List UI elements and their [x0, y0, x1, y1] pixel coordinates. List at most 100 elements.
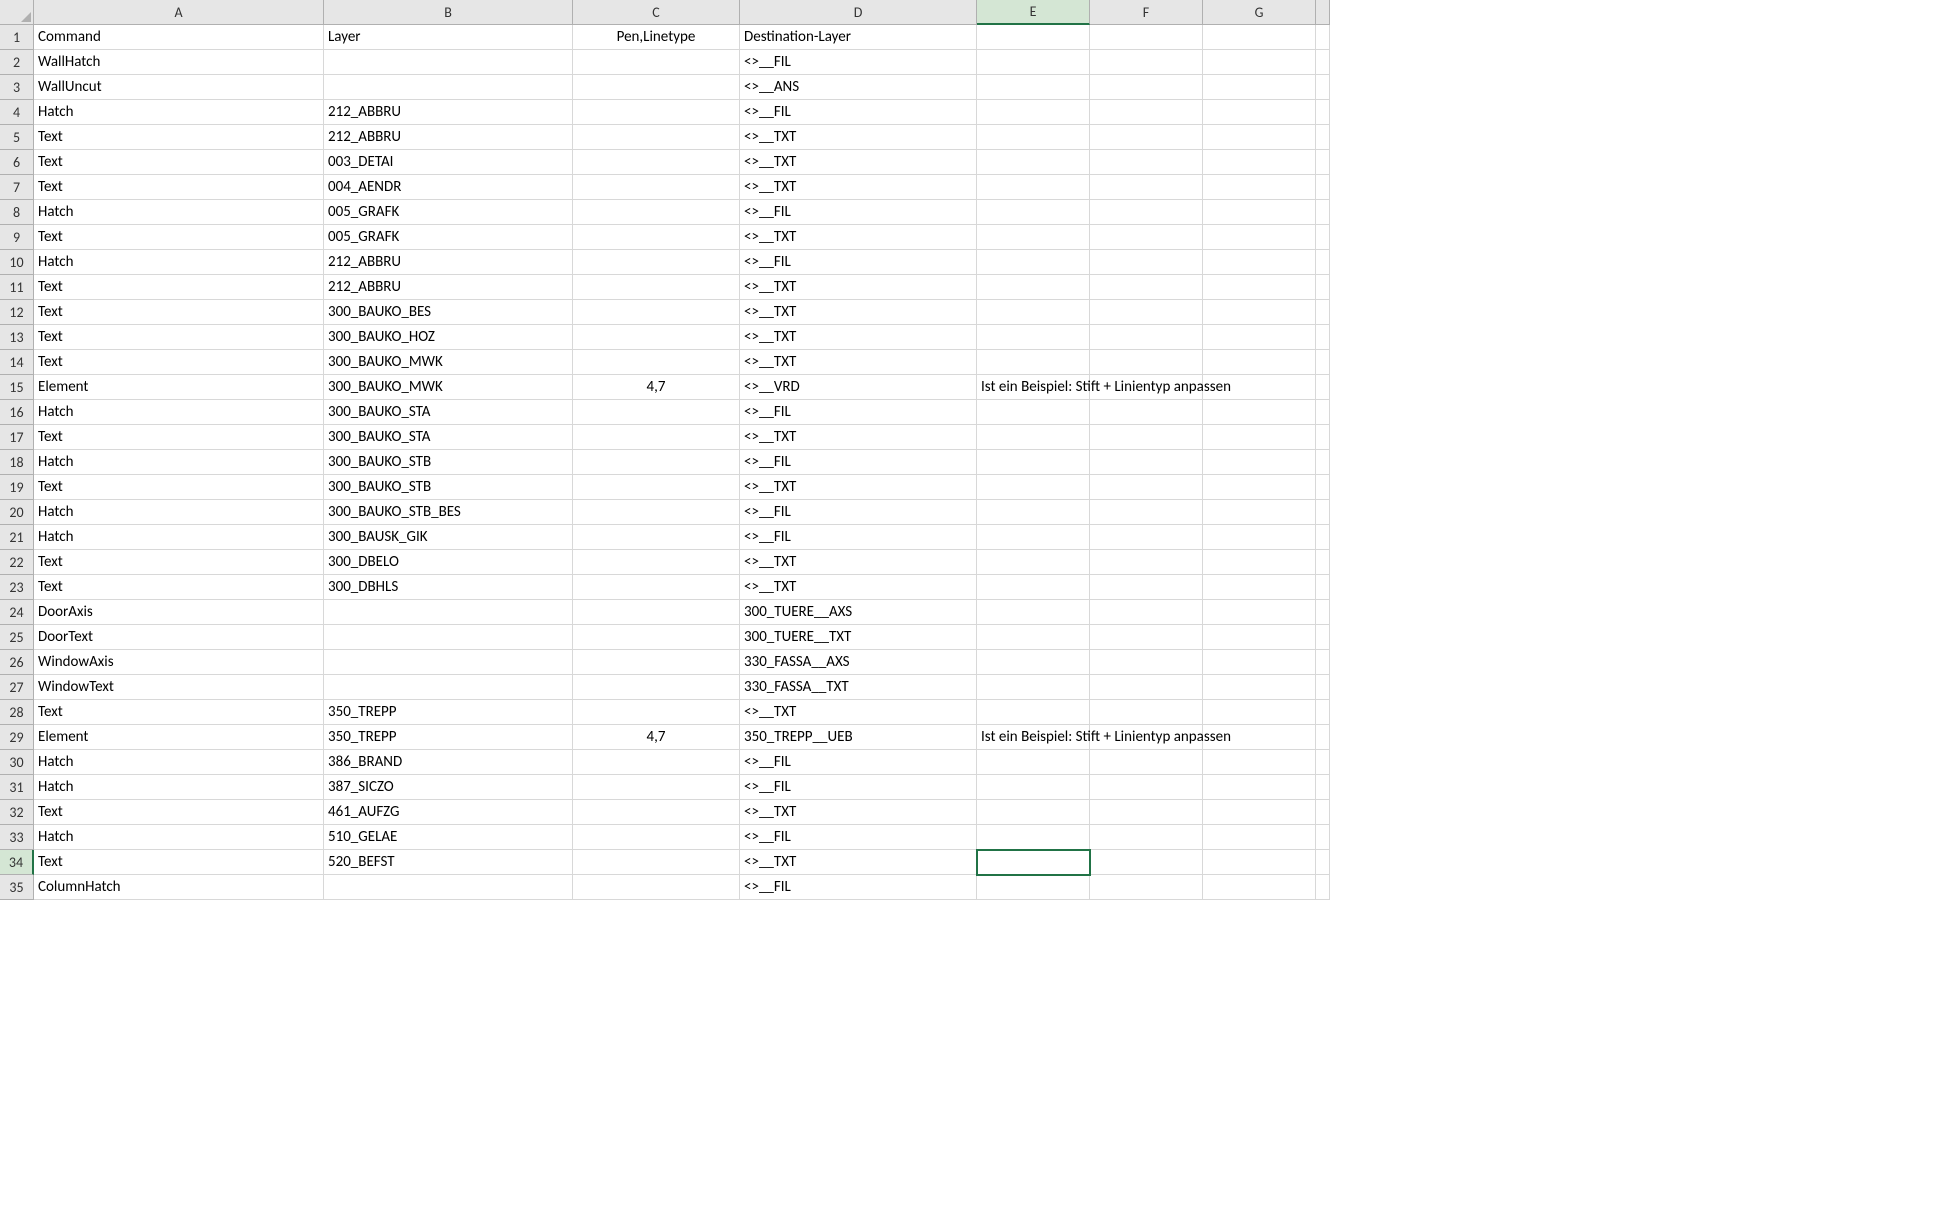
cell-C2[interactable]	[573, 50, 740, 75]
cell-E13[interactable]	[977, 325, 1090, 350]
cell-C9[interactable]	[573, 225, 740, 250]
cell-H19[interactable]	[1316, 475, 1330, 500]
cell-H3[interactable]	[1316, 75, 1330, 100]
row-header-31[interactable]: 31	[0, 775, 34, 800]
cell-E21[interactable]	[977, 525, 1090, 550]
select-all-corner[interactable]	[0, 0, 34, 25]
cell-H22[interactable]	[1316, 550, 1330, 575]
cell-C21[interactable]	[573, 525, 740, 550]
cell-G30[interactable]	[1203, 750, 1316, 775]
cell-C16[interactable]	[573, 400, 740, 425]
cell-B19[interactable]: 300_BAUKO_STB	[324, 475, 573, 500]
cell-E16[interactable]	[977, 400, 1090, 425]
cell-B26[interactable]	[324, 650, 573, 675]
cell-C27[interactable]	[573, 675, 740, 700]
cell-D4[interactable]: <>__FIL	[740, 100, 977, 125]
cell-B12[interactable]: 300_BAUKO_BES	[324, 300, 573, 325]
cell-C23[interactable]	[573, 575, 740, 600]
cell-C5[interactable]	[573, 125, 740, 150]
cell-E19[interactable]	[977, 475, 1090, 500]
cell-F3[interactable]	[1090, 75, 1203, 100]
cell-E9[interactable]	[977, 225, 1090, 250]
cell-B6[interactable]: 003_DETAI	[324, 150, 573, 175]
cell-A10[interactable]: Hatch	[34, 250, 324, 275]
cell-F28[interactable]	[1090, 700, 1203, 725]
cell-C10[interactable]	[573, 250, 740, 275]
cell-A30[interactable]: Hatch	[34, 750, 324, 775]
cell-E4[interactable]	[977, 100, 1090, 125]
row-header-3[interactable]: 3	[0, 75, 34, 100]
row-header-30[interactable]: 30	[0, 750, 34, 775]
cell-G12[interactable]	[1203, 300, 1316, 325]
cell-E8[interactable]	[977, 200, 1090, 225]
cell-G2[interactable]	[1203, 50, 1316, 75]
cell-E25[interactable]	[977, 625, 1090, 650]
cell-G31[interactable]	[1203, 775, 1316, 800]
cell-C35[interactable]	[573, 875, 740, 900]
cell-C7[interactable]	[573, 175, 740, 200]
cell-B9[interactable]: 005_GRAFK	[324, 225, 573, 250]
row-header-21[interactable]: 21	[0, 525, 34, 550]
cell-A18[interactable]: Hatch	[34, 450, 324, 475]
cell-H8[interactable]	[1316, 200, 1330, 225]
row-header-10[interactable]: 10	[0, 250, 34, 275]
cell-G35[interactable]	[1203, 875, 1316, 900]
column-header-E[interactable]: E	[977, 0, 1090, 25]
cell-C14[interactable]	[573, 350, 740, 375]
cell-D34[interactable]: <>__TXT	[740, 850, 977, 875]
cell-F25[interactable]	[1090, 625, 1203, 650]
cell-A21[interactable]: Hatch	[34, 525, 324, 550]
cell-B25[interactable]	[324, 625, 573, 650]
cell-F30[interactable]	[1090, 750, 1203, 775]
cell-F10[interactable]	[1090, 250, 1203, 275]
cell-D6[interactable]: <>__TXT	[740, 150, 977, 175]
cell-D18[interactable]: <>__FIL	[740, 450, 977, 475]
row-header-32[interactable]: 32	[0, 800, 34, 825]
cell-H1[interactable]	[1316, 25, 1330, 50]
cell-D23[interactable]: <>__TXT	[740, 575, 977, 600]
cell-F21[interactable]	[1090, 525, 1203, 550]
cell-H26[interactable]	[1316, 650, 1330, 675]
cell-H12[interactable]	[1316, 300, 1330, 325]
row-header-26[interactable]: 26	[0, 650, 34, 675]
row-header-9[interactable]: 9	[0, 225, 34, 250]
cell-G6[interactable]	[1203, 150, 1316, 175]
cell-A13[interactable]: Text	[34, 325, 324, 350]
cell-C19[interactable]	[573, 475, 740, 500]
cell-A27[interactable]: WindowText	[34, 675, 324, 700]
cell-C32[interactable]	[573, 800, 740, 825]
cell-B5[interactable]: 212_ABBRU	[324, 125, 573, 150]
cell-D15[interactable]: <>__VRD	[740, 375, 977, 400]
cell-B31[interactable]: 387_SICZO	[324, 775, 573, 800]
cell-D26[interactable]: 330_FASSA__AXS	[740, 650, 977, 675]
cell-D7[interactable]: <>__TXT	[740, 175, 977, 200]
cell-G22[interactable]	[1203, 550, 1316, 575]
cell-C8[interactable]	[573, 200, 740, 225]
cell-C28[interactable]	[573, 700, 740, 725]
cell-C4[interactable]	[573, 100, 740, 125]
cell-H34[interactable]	[1316, 850, 1330, 875]
cell-D27[interactable]: 330_FASSA__TXT	[740, 675, 977, 700]
cell-E2[interactable]	[977, 50, 1090, 75]
cell-D13[interactable]: <>__TXT	[740, 325, 977, 350]
cell-F24[interactable]	[1090, 600, 1203, 625]
cell-B17[interactable]: 300_BAUKO_STA	[324, 425, 573, 450]
cell-D9[interactable]: <>__TXT	[740, 225, 977, 250]
cell-C29[interactable]: 4,7	[573, 725, 740, 750]
cell-F5[interactable]	[1090, 125, 1203, 150]
cell-E17[interactable]	[977, 425, 1090, 450]
cell-F9[interactable]	[1090, 225, 1203, 250]
cell-D33[interactable]: <>__FIL	[740, 825, 977, 850]
column-header-A[interactable]: A	[34, 0, 324, 25]
cell-B7[interactable]: 004_AENDR	[324, 175, 573, 200]
row-header-27[interactable]: 27	[0, 675, 34, 700]
cell-E10[interactable]	[977, 250, 1090, 275]
cell-A26[interactable]: WindowAxis	[34, 650, 324, 675]
cell-H30[interactable]	[1316, 750, 1330, 775]
cell-D8[interactable]: <>__FIL	[740, 200, 977, 225]
cell-F18[interactable]	[1090, 450, 1203, 475]
cell-E33[interactable]	[977, 825, 1090, 850]
cell-H11[interactable]	[1316, 275, 1330, 300]
cell-D31[interactable]: <>__FIL	[740, 775, 977, 800]
cell-H7[interactable]	[1316, 175, 1330, 200]
